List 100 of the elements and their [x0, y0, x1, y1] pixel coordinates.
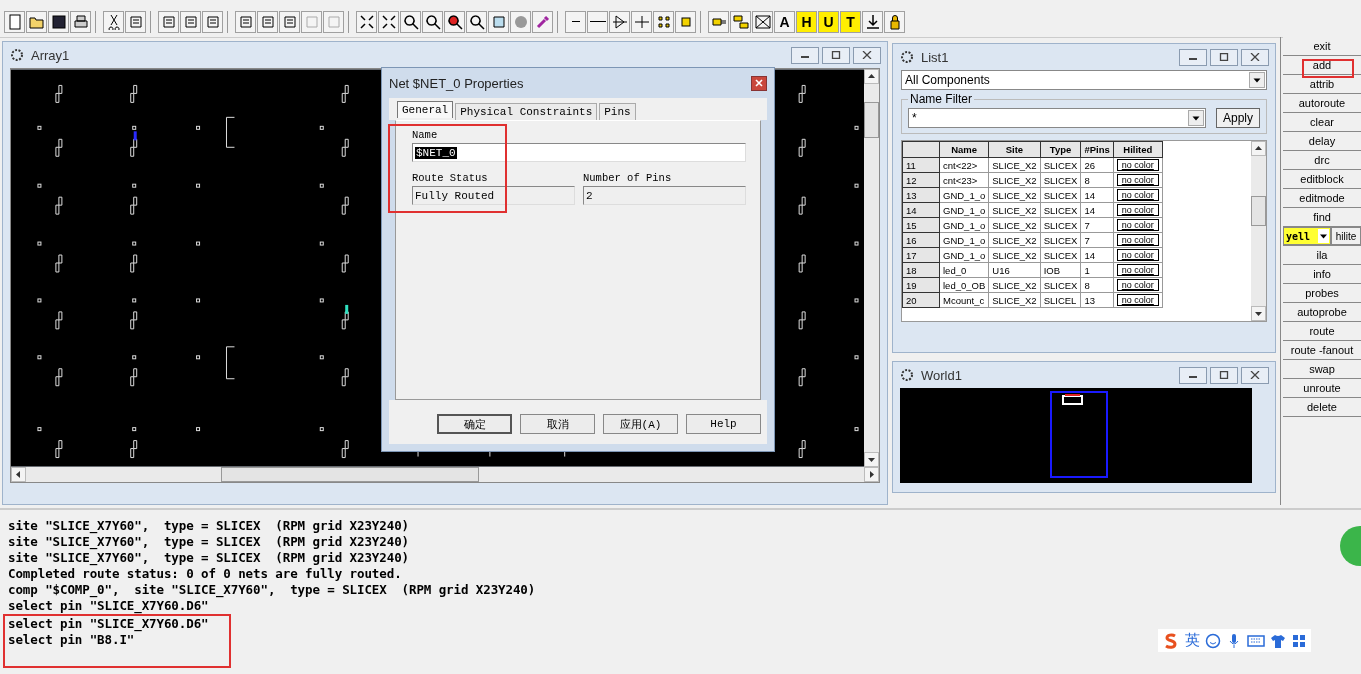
save-button[interactable] — [48, 11, 69, 33]
wrench-button[interactable] — [532, 11, 553, 33]
cut-button[interactable] — [103, 11, 124, 33]
dialog-button[interactable]: Help — [686, 414, 761, 434]
toolbar-letter-button[interactable]: A — [774, 11, 795, 33]
zoom-fit-button[interactable] — [356, 11, 377, 33]
pin-count-field: 2 — [583, 186, 746, 205]
arrow-up-icon[interactable] — [864, 69, 879, 84]
highlight-color-field[interactable]: no color — [1116, 204, 1159, 216]
keyboard-icon[interactable] — [1247, 632, 1265, 649]
input-mode-toggle[interactable]: 英 — [1185, 631, 1200, 650]
close-button[interactable] — [1241, 366, 1269, 384]
arrow-down-icon[interactable] — [864, 452, 879, 467]
blocks-button[interactable] — [730, 11, 751, 33]
zoom-select-button[interactable] — [466, 11, 487, 33]
toolbar-letter-button[interactable]: T — [840, 11, 861, 33]
table-cell: cnt<23> — [939, 172, 989, 188]
table-cell: SLICEX — [1040, 232, 1081, 248]
close-icon — [862, 51, 872, 59]
command-button[interactable]: hilite — [1331, 227, 1361, 245]
minimize-button[interactable] — [791, 46, 819, 64]
highlight-color-field[interactable]: no color — [1116, 189, 1159, 201]
window-title: List1 — [921, 49, 949, 65]
table-cell: SLICE_X2 — [988, 277, 1041, 293]
refresh-button[interactable] — [488, 11, 509, 33]
highlight-color-field[interactable]: no color — [1116, 219, 1159, 231]
download-button[interactable] — [862, 11, 883, 33]
highlight-color-field[interactable]: no color — [1116, 264, 1159, 276]
close-button[interactable] — [751, 75, 767, 91]
dots-button[interactable] — [653, 11, 674, 33]
dialog-tab[interactable]: Pins — [599, 103, 636, 120]
highlight-color-field[interactable]: no color — [1116, 234, 1159, 246]
zoom-in-button[interactable] — [422, 11, 443, 33]
scrollbar[interactable] — [864, 69, 879, 467]
dialog-tab[interactable]: General — [397, 101, 454, 118]
maximize-button[interactable] — [822, 46, 850, 64]
open-folder-button[interactable] — [26, 11, 47, 33]
column-header[interactable]: Name — [939, 141, 989, 158]
junction-button[interactable] — [631, 11, 652, 33]
scroll-thumb[interactable] — [221, 467, 479, 482]
table-cell: SLICE_X2 — [988, 292, 1041, 308]
arrow-down-icon[interactable] — [1251, 306, 1266, 321]
caret-icon[interactable] — [1188, 111, 1203, 125]
lock-button[interactable] — [884, 11, 905, 33]
scroll-thumb[interactable] — [1251, 196, 1266, 226]
highlight-color-field[interactable]: no color — [1116, 174, 1159, 186]
table-cell: SLICE_X2 — [988, 232, 1041, 248]
column-header[interactable]: #Pins — [1080, 141, 1114, 158]
toolbar-letter-button[interactable]: U — [818, 11, 839, 33]
new-file-icon — [6, 14, 23, 30]
minimize-button[interactable] — [1179, 48, 1207, 66]
caret-icon[interactable] — [1250, 73, 1264, 87]
highlight-color-field[interactable]: no color — [1116, 159, 1159, 171]
highlight-color-field[interactable]: no color — [1116, 279, 1159, 291]
command-button[interactable]: exit — [1283, 37, 1361, 56]
zoom-box-button[interactable] — [378, 11, 399, 33]
dialog-button[interactable]: 确定 — [437, 414, 512, 434]
plug-button[interactable] — [708, 11, 729, 33]
close-button[interactable] — [1241, 48, 1269, 66]
table-cell: SLICEX — [1040, 217, 1081, 233]
minimize-button[interactable] — [1179, 366, 1207, 384]
name-field[interactable]: $NET_0 — [412, 143, 746, 162]
scrollbar[interactable] — [11, 467, 879, 482]
column-header[interactable]: Hilited — [1113, 141, 1163, 158]
column-header[interactable]: Site — [988, 141, 1041, 158]
scrollbar[interactable] — [1251, 141, 1266, 321]
maximize-button[interactable] — [1210, 366, 1238, 384]
smiley-icon[interactable] — [1205, 632, 1221, 649]
highlight-color-field[interactable]: no color — [1116, 294, 1159, 306]
caret-icon[interactable] — [1318, 229, 1329, 243]
maximize-button[interactable] — [1210, 48, 1238, 66]
color-dropdown[interactable]: yell — [1283, 227, 1331, 245]
zoom-area-button[interactable] — [444, 11, 465, 33]
dialog-button[interactable]: 取消 — [520, 414, 595, 434]
shirt-icon[interactable] — [1270, 632, 1286, 649]
arrow-left-icon[interactable] — [11, 467, 26, 482]
print-button[interactable] — [70, 11, 91, 33]
field-label: Route Status — [412, 172, 489, 184]
toolbar-letter-button[interactable]: H — [796, 11, 817, 33]
table-cell: U16 — [988, 262, 1041, 278]
name-filter-field[interactable]: * — [908, 108, 1206, 128]
new-file-button[interactable] — [4, 11, 25, 33]
dialog-tab[interactable]: Physical Constraints — [455, 103, 598, 120]
arrow-right-icon[interactable] — [864, 467, 879, 482]
wire-button[interactable] — [609, 11, 630, 33]
chip-button[interactable] — [675, 11, 696, 33]
close-button[interactable] — [853, 46, 881, 64]
highlight-color-field[interactable]: no color — [1116, 249, 1159, 261]
scroll-thumb[interactable] — [864, 102, 879, 138]
gear-icon — [899, 367, 915, 383]
stop-button[interactable] — [510, 11, 531, 33]
cross-button[interactable] — [752, 11, 773, 33]
arrow-up-icon[interactable] — [1251, 141, 1266, 156]
apply-button[interactable]: Apply — [1215, 108, 1260, 128]
category-dropdown[interactable]: All Components — [901, 70, 1267, 90]
line-button[interactable] — [587, 11, 608, 33]
column-header[interactable]: Type — [1040, 141, 1081, 158]
zoom-out-button[interactable] — [400, 11, 421, 33]
table-cell: SLICEL — [1040, 292, 1081, 308]
dialog-button[interactable]: 应用(A) — [603, 414, 678, 434]
